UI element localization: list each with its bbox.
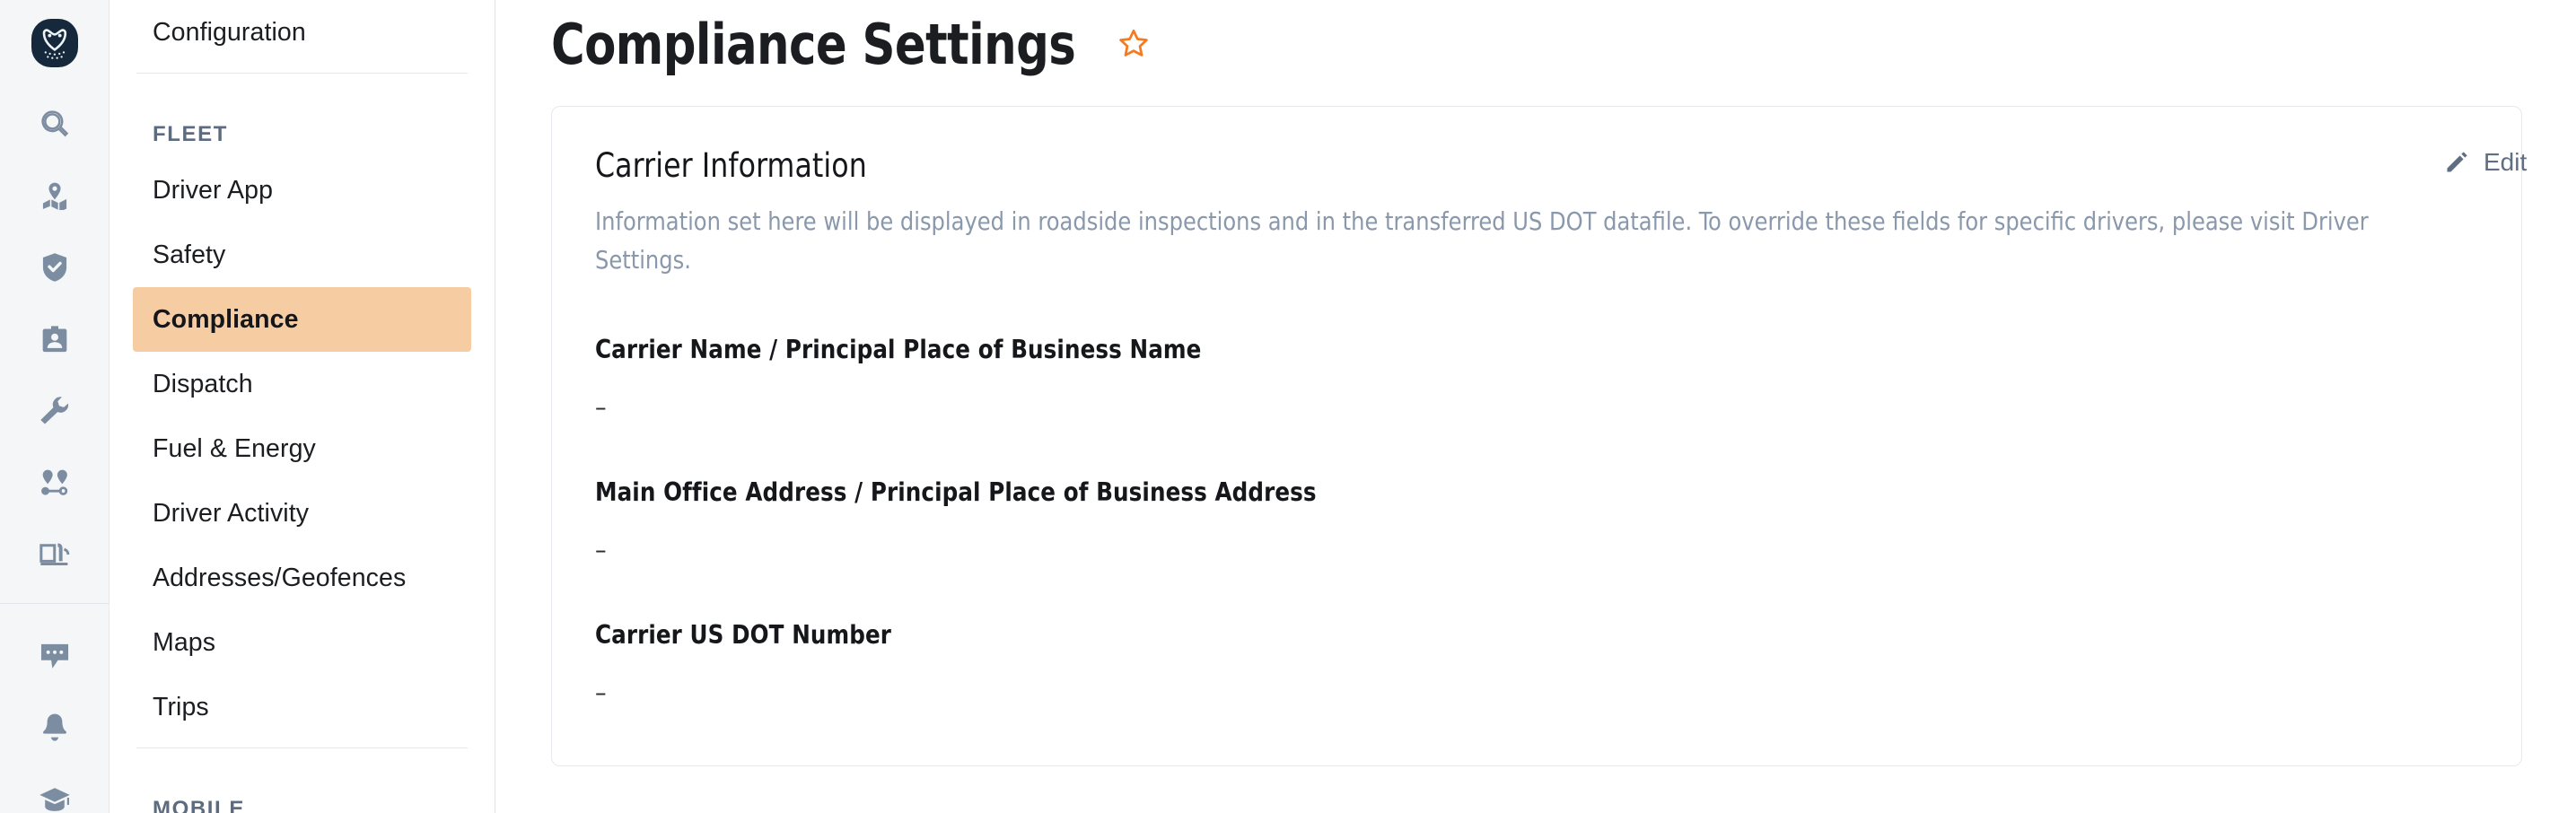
- field-main-office-address: Main Office Address / Principal Place of…: [595, 477, 2475, 564]
- carrier-information-card: Carrier Information Information set here…: [551, 106, 2527, 766]
- field-carrier-name: Carrier Name / Principal Place of Busine…: [595, 335, 2475, 422]
- card-title: Carrier Information: [595, 146, 867, 185]
- sidebar-item-dispatch[interactable]: Dispatch: [133, 352, 471, 416]
- page-header: Compliance Settings: [551, 0, 2522, 77]
- field-label: Carrier US DOT Number: [595, 620, 892, 651]
- field-value: –: [595, 392, 607, 423]
- chat-messages-icon[interactable]: [35, 638, 74, 674]
- sidebar-item-label: Driver App: [153, 175, 274, 205]
- rail-primary-icons: [35, 106, 74, 573]
- sidebar-item-addresses-geofences[interactable]: Addresses/Geofences: [133, 546, 471, 610]
- page-title: Compliance Settings: [551, 11, 1076, 77]
- route-waypoints-icon[interactable]: [35, 465, 74, 501]
- fuel-truck-icon[interactable]: [35, 537, 74, 573]
- nav-section-label-mobile: MOBILE: [153, 797, 245, 813]
- wrench-icon[interactable]: [35, 393, 74, 429]
- sidebar-item-maps[interactable]: Maps: [133, 610, 471, 675]
- nav-section-label-fleet: FLEET: [153, 122, 228, 146]
- sidebar-item-driver-app[interactable]: Driver App: [133, 158, 471, 223]
- app-root: Configuration FLEET Driver App Safety Co…: [0, 0, 2576, 813]
- shield-check-icon[interactable]: [35, 249, 74, 285]
- nav-divider: [136, 73, 468, 74]
- sidebar-item-fuel-energy[interactable]: Fuel & Energy: [133, 416, 471, 481]
- pencil-edit-icon: [2444, 150, 2469, 175]
- main-content: Compliance Settings Carrier Information …: [495, 0, 2576, 813]
- card-header: Carrier Information Information set here…: [595, 146, 2527, 279]
- sidebar-item-label: Configuration: [153, 17, 306, 47]
- search-icon[interactable]: [35, 106, 74, 142]
- card-description: Information set here will be displayed i…: [595, 206, 2369, 275]
- sidebar-item-configuration[interactable]: Configuration: [133, 0, 471, 65]
- field-carrier-us-dot-number: Carrier US DOT Number –: [595, 620, 2475, 707]
- sidebar-item-label: Trips: [153, 692, 209, 721]
- owl-logo-icon[interactable]: [28, 18, 82, 68]
- sidebar-item-label: Driver Activity: [153, 498, 310, 528]
- field-value: –: [595, 535, 607, 565]
- settings-nav-panel: Configuration FLEET Driver App Safety Co…: [110, 0, 495, 813]
- sidebar-item-driver-activity[interactable]: Driver Activity: [133, 481, 471, 546]
- edit-button[interactable]: Edit: [2444, 146, 2527, 177]
- field-value: –: [595, 678, 607, 708]
- field-label: Carrier Name / Principal Place of Busine…: [595, 335, 1202, 365]
- sidebar-item-label: Safety: [153, 240, 226, 269]
- star-outline-icon[interactable]: [1117, 28, 1150, 60]
- field-label: Main Office Address / Principal Place of…: [595, 477, 1317, 508]
- sidebar-item-label: Maps: [153, 627, 216, 657]
- sidebar-item-label: Compliance: [153, 304, 299, 334]
- map-location-icon[interactable]: [35, 178, 74, 214]
- driver-id-card-icon[interactable]: [35, 321, 74, 357]
- graduation-cap-icon[interactable]: [35, 782, 74, 813]
- global-icon-rail: [0, 0, 110, 813]
- sidebar-item-trips[interactable]: Trips: [133, 675, 471, 739]
- sidebar-item-label: Addresses/Geofences: [153, 563, 407, 592]
- card-header-text: Carrier Information Information set here…: [595, 146, 2444, 279]
- sidebar-item-compliance[interactable]: Compliance: [133, 287, 471, 352]
- sidebar-item-label: Dispatch: [153, 369, 253, 398]
- sidebar-item-label: Fuel & Energy: [153, 433, 316, 463]
- rail-secondary-icons: [0, 603, 109, 813]
- sidebar-item-safety[interactable]: Safety: [133, 223, 471, 287]
- nav-divider: [136, 747, 468, 748]
- edit-button-label: Edit: [2484, 148, 2528, 176]
- bell-notification-icon[interactable]: [35, 710, 74, 746]
